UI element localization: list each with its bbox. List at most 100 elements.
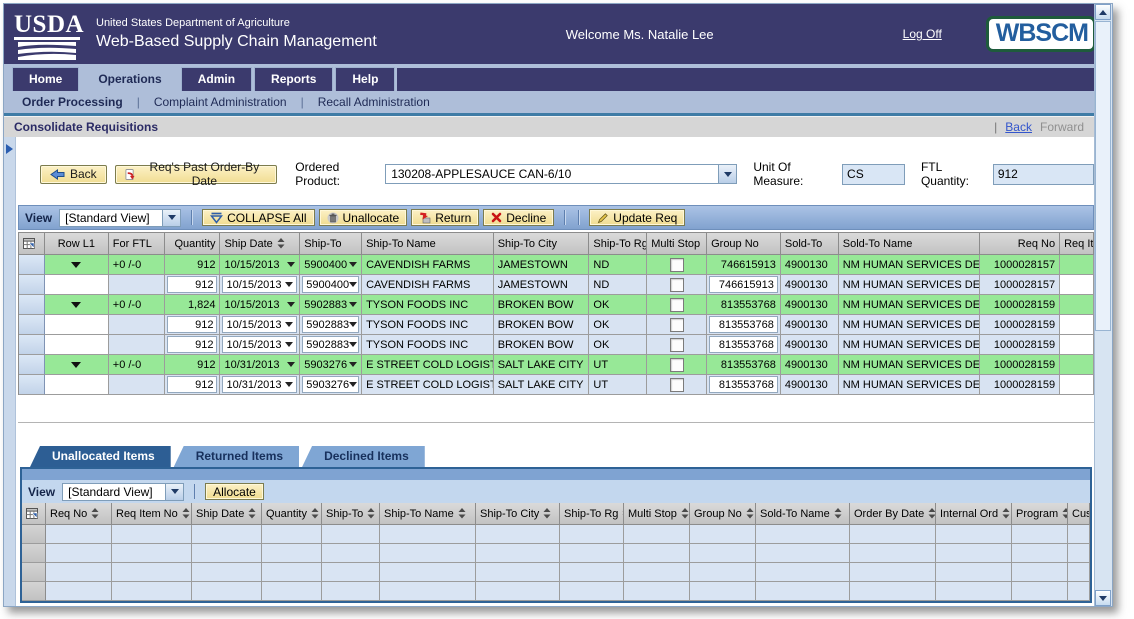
items-view-select[interactable]: [Standard View]: [62, 483, 184, 501]
items-select-all-header-cell[interactable]: [22, 503, 46, 525]
expand-panel-icon[interactable]: [6, 144, 13, 154]
group-no-input[interactable]: 746615913: [709, 276, 778, 293]
return-button[interactable]: Return: [411, 209, 479, 226]
multi-stop-checkbox[interactable]: [670, 278, 684, 292]
column-header-for-ftl[interactable]: For FTL: [109, 233, 165, 255]
ship-to-dropdown-icon[interactable]: [349, 382, 357, 387]
column-header-group-no[interactable]: Group No: [707, 233, 781, 255]
group-no-cell[interactable]: 813553768: [707, 315, 781, 335]
items-column-header-req-no[interactable]: Req No: [46, 503, 112, 525]
items-row-selector-cell[interactable]: [22, 563, 46, 582]
ship-date-dropdown-icon[interactable]: [287, 262, 295, 267]
ship-to-cell[interactable]: 5902883: [300, 295, 362, 315]
ship-date-select[interactable]: 10/15/2013: [222, 316, 297, 333]
items-column-header-multi-stop[interactable]: Multi Stop: [624, 503, 690, 525]
quantity-cell[interactable]: 912: [165, 375, 221, 395]
group-no-cell[interactable]: 746615913: [707, 275, 781, 295]
group-no-input[interactable]: 813553768: [709, 316, 778, 333]
items-view-dropdown-icon[interactable]: [165, 484, 183, 500]
items-column-header-order-by-date[interactable]: Order By Date: [850, 503, 936, 525]
items-column-header-program[interactable]: Program: [1012, 503, 1068, 525]
items-row-selector-cell[interactable]: [22, 525, 46, 544]
ship-date-cell[interactable]: 10/15/2013: [220, 295, 300, 315]
ship-to-cell[interactable]: 5902883: [300, 315, 362, 335]
ship-date-dropdown-icon[interactable]: [285, 342, 293, 347]
subnav-item-recall-administration[interactable]: Recall Administration: [312, 95, 436, 109]
ship-date-cell[interactable]: 10/31/2013: [220, 375, 300, 395]
unallocate-button[interactable]: Unallocate: [319, 209, 408, 226]
column-header-ship-to[interactable]: Ship-To: [300, 233, 362, 255]
group-no-input[interactable]: 813553768: [709, 336, 778, 353]
collapsed-nav-panel[interactable]: [4, 137, 16, 606]
ship-to-cell[interactable]: 5903276: [300, 355, 362, 375]
column-header-ship-to-city[interactable]: Ship-To City: [494, 233, 590, 255]
multi-stop-cell[interactable]: [647, 335, 707, 355]
column-header-multi-stop[interactable]: Multi Stop: [647, 233, 707, 255]
row-selector-cell[interactable]: [19, 275, 45, 295]
ship-date-dropdown-icon[interactable]: [285, 282, 293, 287]
ship-to-select[interactable]: 5902883: [302, 336, 359, 353]
column-header-row-l1[interactable]: Row L1: [45, 233, 109, 255]
row-l1-cell[interactable]: [45, 255, 109, 275]
ship-to-dropdown-icon[interactable]: [349, 262, 357, 267]
multi-stop-checkbox[interactable]: [670, 358, 684, 372]
history-back-link[interactable]: Back: [1005, 120, 1032, 134]
items-column-header-ship-date[interactable]: Ship Date: [192, 503, 262, 525]
column-header-ship-to-name[interactable]: Ship-To Name: [362, 233, 494, 255]
items-column-header-internal-ord[interactable]: Internal Ord: [936, 503, 1012, 525]
update-req-button[interactable]: Update Req: [589, 209, 685, 226]
nav-tab-help[interactable]: Help: [335, 67, 395, 91]
ship-to-cell[interactable]: 5900400: [300, 255, 362, 275]
ship-date-dropdown-icon[interactable]: [287, 362, 295, 367]
row-selector-cell[interactable]: [19, 355, 45, 375]
ship-date-cell[interactable]: 10/15/2013: [220, 275, 300, 295]
group-no-input[interactable]: 813553768: [709, 376, 778, 393]
ship-to-dropdown-icon[interactable]: [349, 322, 357, 327]
multi-stop-checkbox[interactable]: [670, 318, 684, 332]
row-selector-cell[interactable]: [19, 375, 45, 395]
column-header-ship-to-rg[interactable]: Ship-To Rg: [589, 233, 647, 255]
ship-to-select[interactable]: 5902883: [302, 316, 359, 333]
quantity-input[interactable]: 912: [167, 376, 218, 393]
multi-stop-cell[interactable]: [647, 315, 707, 335]
tab-unallocated-items[interactable]: Unallocated Items: [30, 446, 171, 467]
ship-date-cell[interactable]: 10/15/2013: [220, 315, 300, 335]
ship-to-dropdown-icon[interactable]: [349, 362, 357, 367]
subnav-item-complaint-administration[interactable]: Complaint Administration: [148, 95, 293, 109]
ship-to-cell[interactable]: 5902883: [300, 335, 362, 355]
tab-returned-items[interactable]: Returned Items: [174, 446, 299, 467]
ship-date-dropdown-icon[interactable]: [287, 302, 295, 307]
multi-stop-cell[interactable]: [647, 355, 707, 375]
nav-tab-admin[interactable]: Admin: [181, 67, 252, 91]
scroll-down-button[interactable]: [1095, 590, 1111, 606]
view-select[interactable]: [Standard View]: [59, 209, 181, 227]
ship-date-select[interactable]: 10/31/2013: [222, 376, 297, 393]
nav-tab-operations[interactable]: Operations: [81, 67, 178, 91]
quantity-input[interactable]: 912: [167, 316, 218, 333]
row-selector-cell[interactable]: [19, 315, 45, 335]
quantity-input[interactable]: 912: [167, 276, 218, 293]
items-column-header-sold-to-name[interactable]: Sold-To Name: [756, 503, 850, 525]
items-column-header-req-item-no[interactable]: Req Item No: [112, 503, 192, 525]
row-selector-cell[interactable]: [19, 255, 45, 275]
row-l1-cell[interactable]: [45, 355, 109, 375]
collapse-row-icon[interactable]: [71, 262, 81, 268]
ship-to-cell[interactable]: 5900400: [300, 275, 362, 295]
nav-tab-home[interactable]: Home: [12, 67, 79, 91]
items-column-header-cust[interactable]: Cust: [1068, 503, 1090, 525]
ordered-product-dropdown-icon[interactable]: [718, 165, 736, 183]
quantity-cell[interactable]: 912: [165, 335, 221, 355]
tab-declined-items[interactable]: Declined Items: [302, 446, 425, 467]
multi-stop-cell[interactable]: [647, 275, 707, 295]
items-column-header-quantity[interactable]: Quantity: [262, 503, 322, 525]
items-column-header-ship-to-name[interactable]: Ship-To Name: [380, 503, 476, 525]
row-l1-cell[interactable]: [45, 295, 109, 315]
group-no-cell[interactable]: 813553768: [707, 375, 781, 395]
ship-date-select[interactable]: 10/15/2013: [222, 276, 297, 293]
ordered-product-select[interactable]: 130208-APPLESAUCE CAN-6/10: [385, 164, 737, 184]
multi-stop-checkbox[interactable]: [670, 298, 684, 312]
scroll-up-button[interactable]: [1095, 4, 1111, 20]
ship-to-dropdown-icon[interactable]: [349, 342, 357, 347]
quantity-cell[interactable]: 912: [165, 315, 221, 335]
column-header-ship-date[interactable]: Ship Date: [220, 233, 300, 255]
